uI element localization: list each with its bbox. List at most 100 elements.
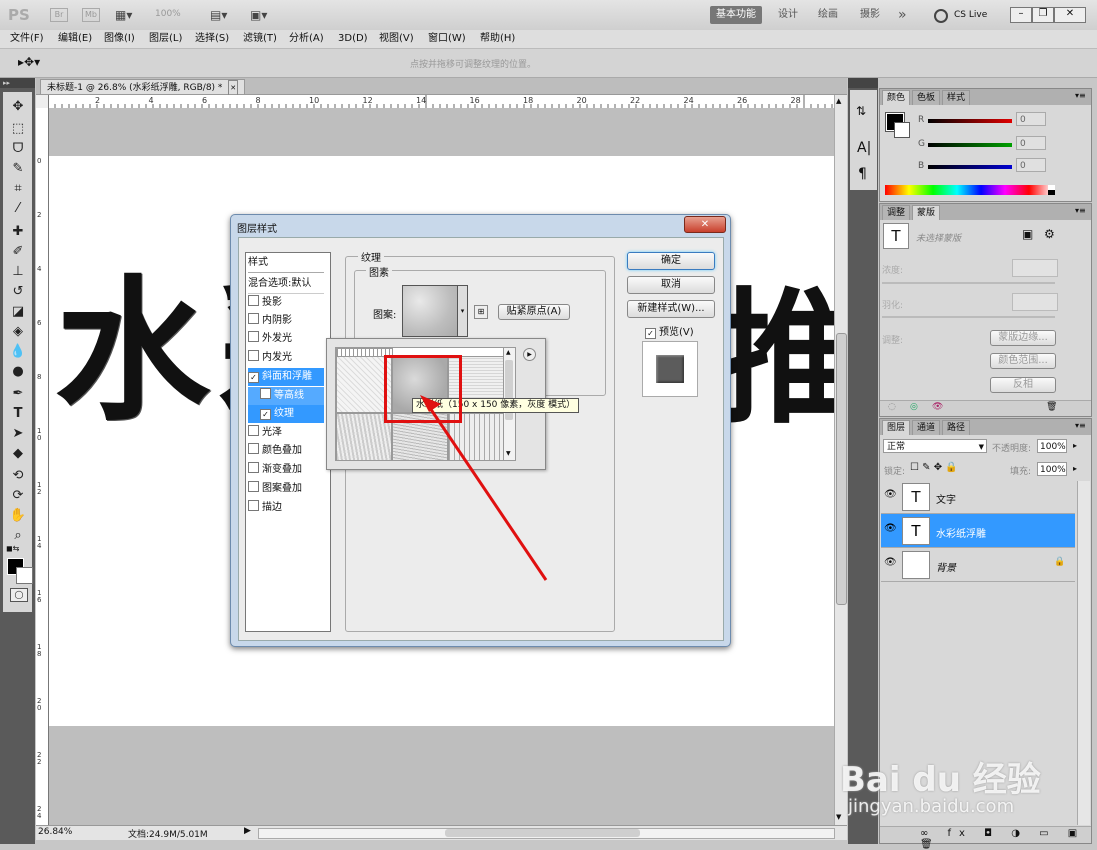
move-tool-icon[interactable]: ✥ [7, 98, 29, 116]
default-colors-icon[interactable]: ◼⇆ [6, 544, 19, 553]
history-icon[interactable]: ⇅ [856, 104, 866, 118]
picker-menu-icon[interactable]: ▶ [523, 348, 536, 361]
feather-field[interactable] [1012, 293, 1058, 311]
workspace-design[interactable]: 设计 [778, 6, 798, 24]
apply-mask-icon[interactable]: ◎ [910, 402, 918, 412]
layer-row-background[interactable]: 👁 背景 🔒 [881, 548, 1075, 582]
workspace-essentials[interactable]: 基本功能 [710, 6, 762, 24]
layers-scrollbar[interactable] [1077, 481, 1090, 825]
opacity-field[interactable]: 100% [1037, 439, 1067, 453]
checkbox-icon[interactable] [248, 425, 259, 436]
checkbox-icon[interactable] [248, 462, 259, 473]
style-inner-glow[interactable]: 内发光 [248, 349, 324, 367]
minibridge-icon[interactable]: Mb [82, 8, 100, 22]
layer-name[interactable]: 文字 [936, 491, 956, 506]
vertical-scrollbar[interactable]: ▲ ▼ [834, 95, 847, 825]
fill-field[interactable]: 100% [1037, 462, 1067, 476]
pixel-mask-icon[interactable]: ▣ [1022, 227, 1033, 241]
zoom-tool-icon[interactable]: ⌕ [7, 527, 29, 545]
paint-bucket-tool-icon[interactable]: ◈ [7, 323, 29, 341]
vector-mask-icon[interactable]: ⚙ [1044, 227, 1055, 241]
delete-mask-icon[interactable]: 🗑 [1046, 402, 1057, 412]
brush-tool-icon[interactable]: ✐ [7, 243, 29, 261]
pen-tool-icon[interactable]: ✒ [7, 385, 29, 403]
style-color-overlay[interactable]: 颜色叠加 [248, 442, 324, 460]
shape-tool-icon[interactable]: ◆ [7, 445, 29, 463]
layer-name[interactable]: 背景 [936, 559, 956, 574]
checkbox-icon[interactable] [248, 313, 259, 324]
close-tab-icon[interactable]: ✕ [228, 80, 239, 96]
menu-edit[interactable]: 编辑(E) [58, 32, 92, 46]
visibility-eye-icon[interactable]: 👁 [884, 523, 897, 534]
density-slider[interactable] [882, 282, 1055, 284]
dock-collapse-bar[interactable] [848, 78, 878, 88]
checkbox-checked-icon[interactable]: ✓ [645, 328, 656, 339]
opacity-arrow-icon[interactable]: ▸ [1073, 441, 1077, 450]
type-tool-icon[interactable]: T [7, 405, 29, 423]
more-workspaces[interactable]: » [898, 6, 907, 24]
hand-tool-icon[interactable]: ✋ [7, 507, 29, 525]
cancel-button[interactable]: 取消 [627, 276, 715, 294]
channel-g-value[interactable]: 0 [1016, 136, 1046, 150]
checkbox-icon[interactable] [248, 295, 259, 306]
crop-tool-icon[interactable]: ⌗ [7, 180, 29, 198]
stamp-tool-icon[interactable]: ⊥ [7, 263, 29, 281]
healing-brush-tool-icon[interactable]: ✚ [7, 223, 29, 241]
dodge-tool-icon[interactable]: ● [7, 363, 29, 381]
style-drop-shadow[interactable]: 投影 [248, 294, 324, 312]
channel-b-value[interactable]: 0 [1016, 158, 1046, 172]
workspace-painting[interactable]: 绘画 [818, 6, 838, 24]
quick-mask-icon[interactable]: ◯ [10, 588, 28, 602]
status-zoom[interactable]: 26.84% [38, 827, 72, 837]
layer-footer-icons[interactable]: ∞ fx ◘ ◑ ▭ ▣ 🗑 [920, 828, 1091, 850]
scroll-down-icon[interactable]: ▼ [836, 813, 841, 821]
horizontal-scroll-thumb[interactable] [445, 829, 640, 837]
channel-g-slider[interactable] [928, 143, 1012, 147]
close-button[interactable]: ✕ [1054, 7, 1086, 23]
blur-tool-icon[interactable]: 💧 [7, 343, 29, 361]
eraser-tool-icon[interactable]: ◪ [7, 303, 29, 321]
tab-paths[interactable]: 路径 [942, 420, 971, 435]
dialog-close-button[interactable]: ✕ [684, 216, 726, 233]
scroll-up-icon[interactable]: ▲ [836, 97, 841, 105]
load-selection-icon[interactable]: ◌ [888, 402, 896, 412]
view-extras-icon[interactable]: ▦▾ [115, 8, 132, 22]
lock-icons[interactable]: ☐ ✎ ✥ 🔒 [910, 462, 958, 473]
tab-color[interactable]: 颜色 [882, 90, 911, 105]
bridge-icon[interactable]: Br [50, 8, 68, 22]
style-outer-glow[interactable]: 外发光 [248, 330, 324, 348]
snap-to-origin-button[interactable]: 贴紧原点(A) [498, 304, 570, 320]
screen-mode-icon[interactable]: ▣▾ [250, 8, 267, 22]
tab-adjustments[interactable]: 调整 [882, 205, 911, 220]
preview-checkbox[interactable]: ✓ 预览(V) [645, 323, 694, 339]
history-brush-tool-icon[interactable]: ↺ [7, 283, 29, 301]
menu-help[interactable]: 帮助(H) [480, 32, 515, 46]
pattern-swatch[interactable] [402, 285, 459, 337]
pattern-picker-arrow[interactable]: ▾ [457, 285, 468, 337]
ok-button[interactable]: 确定 [627, 252, 715, 270]
tab-swatches[interactable]: 色板 [912, 90, 941, 105]
style-inner-shadow[interactable]: 内阴影 [248, 312, 324, 330]
3d-rotate-tool-icon[interactable]: ⟲ [7, 467, 29, 485]
tab-styles[interactable]: 样式 [942, 90, 971, 105]
style-pattern-overlay[interactable]: 图案叠加 [248, 480, 324, 498]
workspace-photography[interactable]: 摄影 [860, 6, 880, 24]
visibility-eye-icon[interactable]: 👁 [884, 489, 897, 500]
blend-options-item[interactable]: 混合选项:默认 [248, 275, 324, 294]
tab-channels[interactable]: 通道 [912, 420, 941, 435]
menu-view[interactable]: 视图(V) [379, 32, 414, 46]
checkbox-icon[interactable] [260, 388, 271, 399]
checkbox-icon[interactable] [248, 500, 259, 511]
panel-menu-icon[interactable]: ▾≡ [1075, 421, 1086, 430]
scroll-down-icon[interactable]: ▼ [506, 450, 511, 457]
fill-arrow-icon[interactable]: ▸ [1073, 464, 1077, 473]
status-menu-icon[interactable]: ▶ [244, 826, 251, 836]
blend-mode-select[interactable]: 正常 ▼ [883, 439, 987, 453]
paragraph-icon[interactable]: ¶ [858, 166, 867, 182]
invert-button[interactable]: 反相 [990, 377, 1056, 393]
style-texture[interactable]: ✓ 纹理 [248, 405, 324, 423]
character-icon[interactable]: A| [857, 140, 871, 156]
panel-menu-icon[interactable]: ▾≡ [1075, 91, 1086, 100]
disable-mask-icon[interactable]: 👁 [932, 402, 943, 412]
style-stroke[interactable]: 描边 [248, 499, 324, 517]
